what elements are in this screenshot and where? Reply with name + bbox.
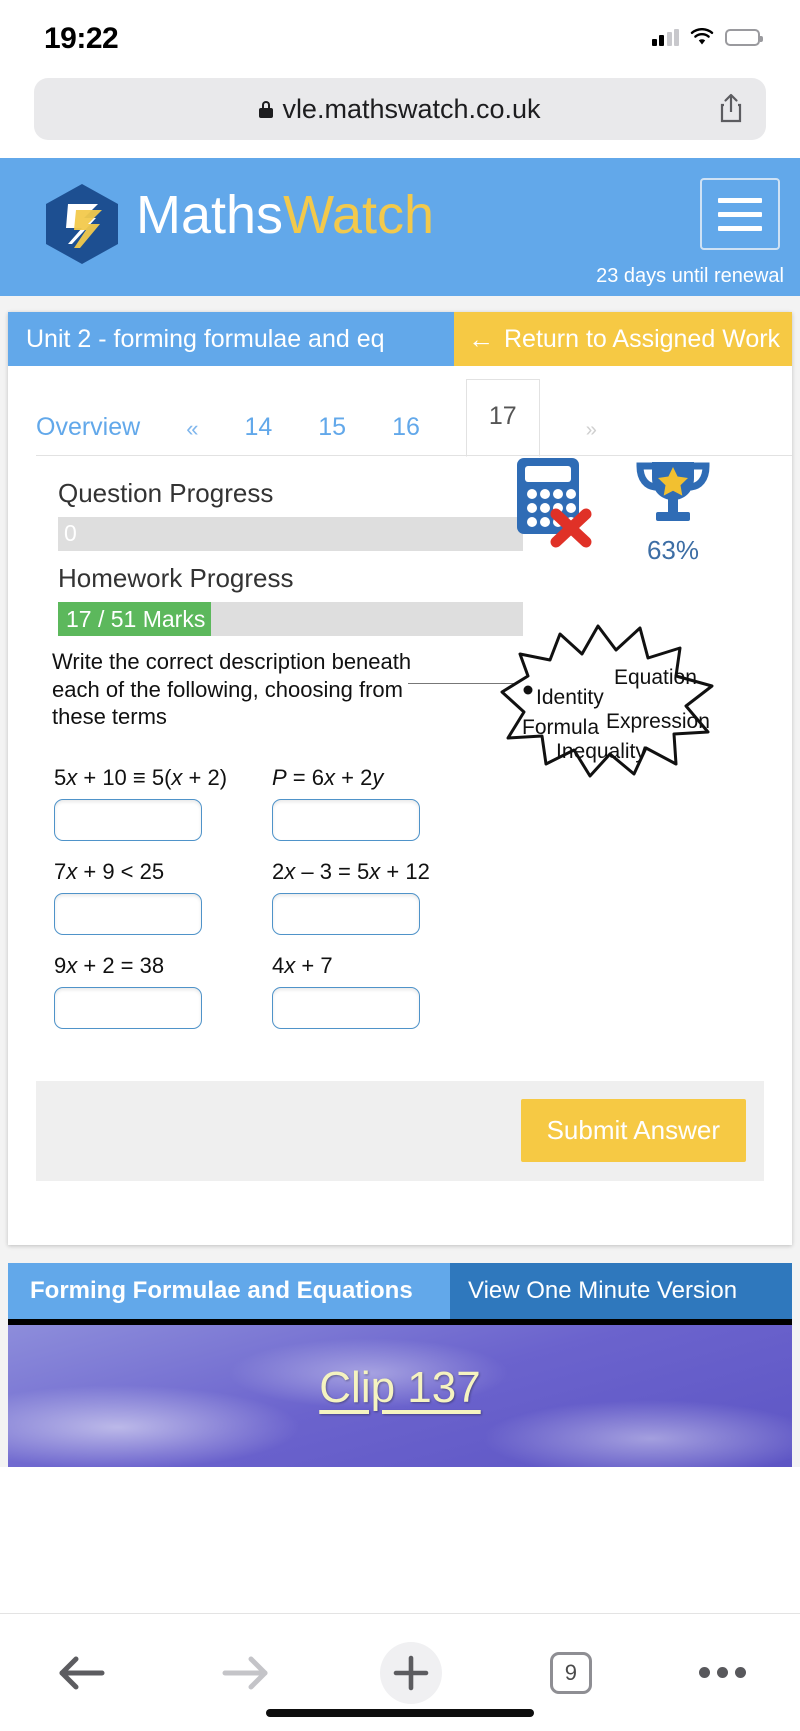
tab-17[interactable]: 17 — [465, 379, 540, 457]
submit-answer-button[interactable]: Submit Answer — [520, 1099, 746, 1162]
question-expression: 5x + 10 ≡ 5(x + 2) — [54, 764, 228, 790]
question-expression: 4x + 7 — [272, 952, 333, 978]
url-bar[interactable]: vle.mathswatch.co.uk — [34, 78, 766, 140]
panel-header: Unit 2 - forming formulae and eq ← Retur… — [8, 312, 792, 366]
submit-area: Submit Answer — [36, 1080, 764, 1181]
wifi-icon — [690, 28, 714, 46]
video-section: Forming Formulae and Equations View One … — [8, 1262, 792, 1467]
tab-15[interactable]: 15 — [318, 403, 346, 456]
question-panel: Unit 2 - forming formulae and eq ← Retur… — [8, 312, 792, 1245]
question-expression: P = 6x + 2y — [272, 764, 384, 790]
question-item-2: P = 6x + 2y — [272, 765, 490, 841]
status-icons — [651, 28, 763, 46]
badge-icons: 63% — [514, 456, 714, 566]
return-label: Return to Assigned Work — [504, 324, 781, 353]
question-progress-value: 0 — [64, 520, 77, 546]
tab-overview[interactable]: Overview — [36, 403, 140, 456]
answer-input-4[interactable] — [272, 892, 420, 935]
question-tabs: Overview « 14 15 16 17 » — [8, 366, 792, 457]
question-expression: 9x + 2 = 38 — [54, 952, 165, 978]
question-item-3: 7x + 9 < 25 — [54, 859, 272, 935]
lock-icon — [259, 100, 274, 118]
plus-icon — [380, 1641, 443, 1704]
video-tab-title[interactable]: Forming Formulae and Equations — [8, 1262, 450, 1319]
browser-more-button[interactable] — [699, 1667, 747, 1678]
question-expression: 2x – 3 = 5x + 12 — [272, 858, 430, 884]
homework-progress-bar: 17 / 51 Marks — [58, 602, 523, 636]
question-grid: 5x + 10 ≡ 5(x + 2) P = 6x + 2y 7x + 9 < … — [8, 765, 792, 1029]
ios-status-bar: 19:22 — [0, 0, 800, 78]
tab-next[interactable]: » — [586, 409, 597, 456]
browser-forward-button[interactable] — [217, 1651, 273, 1695]
new-tab-button[interactable] — [380, 1641, 443, 1704]
tab-count: 9 — [549, 1651, 592, 1694]
page-body: Unit 2 - forming formulae and eq ← Retur… — [0, 296, 800, 1467]
homework-progress-fill: 17 / 51 Marks — [58, 602, 212, 636]
question-item-5: 9x + 2 = 38 — [54, 953, 272, 1029]
share-icon[interactable] — [718, 92, 744, 124]
browser-back-button[interactable] — [54, 1651, 110, 1695]
panel-footer-space — [8, 1180, 792, 1245]
mathswatch-hexagon-logo — [42, 182, 122, 266]
answer-input-2[interactable] — [272, 798, 420, 841]
brand-wordmark: MathsWatch — [136, 184, 434, 246]
return-to-assigned-work-button[interactable]: ← Return to Assigned Work — [454, 312, 792, 366]
tab-prev[interactable]: « — [186, 406, 198, 456]
answer-input-3[interactable] — [54, 892, 202, 935]
question-instruction: Write the correct description beneath ea… — [52, 649, 412, 729]
answer-input-6[interactable] — [272, 986, 420, 1029]
battery-icon — [725, 28, 763, 46]
brand-watch: Watch — [283, 185, 435, 245]
tab-16[interactable]: 16 — [392, 403, 420, 456]
trophy-icon — [636, 462, 710, 521]
progress-area: Question Progress 0 Homework Progress 17… — [8, 456, 792, 636]
question-content: Write the correct description beneath ea… — [8, 624, 792, 1029]
question-item-6: 4x + 7 — [272, 953, 490, 1029]
hamburger-menu-icon[interactable] — [700, 178, 780, 250]
url-text: vle.mathswatch.co.uk — [282, 93, 541, 124]
cellular-signal-icon — [651, 28, 679, 46]
answer-input-1[interactable] — [54, 798, 202, 841]
question-item-1: 5x + 10 ≡ 5(x + 2) — [54, 765, 272, 841]
status-time: 19:22 — [44, 22, 119, 55]
trophy-badge: 63% — [632, 456, 714, 566]
clip-title: Clip 137 — [319, 1362, 481, 1412]
tab-switcher-button[interactable]: 9 — [549, 1651, 592, 1694]
video-player[interactable]: Clip 137 — [8, 1318, 792, 1467]
terms-starburst — [494, 614, 722, 779]
arrow-left-icon: ← — [468, 324, 494, 354]
video-tabs: Forming Formulae and Equations View One … — [8, 1262, 792, 1319]
renewal-notice: 23 days until renewal — [596, 265, 784, 287]
answer-input-5[interactable] — [54, 986, 202, 1029]
question-progress-bar: 0 — [58, 517, 523, 551]
trophy-percent: 63% — [646, 535, 700, 565]
question-expression: 7x + 9 < 25 — [54, 858, 165, 884]
browser-url-bar-container: vle.mathswatch.co.uk — [0, 78, 800, 140]
panel-title: Unit 2 - forming formulae and eq — [8, 312, 454, 366]
video-tab-one-minute[interactable]: View One Minute Version — [450, 1262, 792, 1319]
ellipsis-icon — [699, 1667, 747, 1678]
site-header: MathsWatch 23 days until renewal — [0, 158, 800, 296]
brand-maths: Maths — [136, 185, 284, 245]
tab-14[interactable]: 14 — [244, 403, 272, 456]
homework-progress-label: Homework Progress — [58, 563, 294, 593]
question-row: 7x + 9 < 25 2x – 3 = 5x + 12 — [54, 859, 792, 935]
home-indicator — [266, 1709, 534, 1717]
question-row: 9x + 2 = 38 4x + 7 — [54, 953, 792, 1029]
question-item-4: 2x – 3 = 5x + 12 — [272, 859, 490, 935]
calculator-not-allowed-icon — [514, 456, 600, 548]
